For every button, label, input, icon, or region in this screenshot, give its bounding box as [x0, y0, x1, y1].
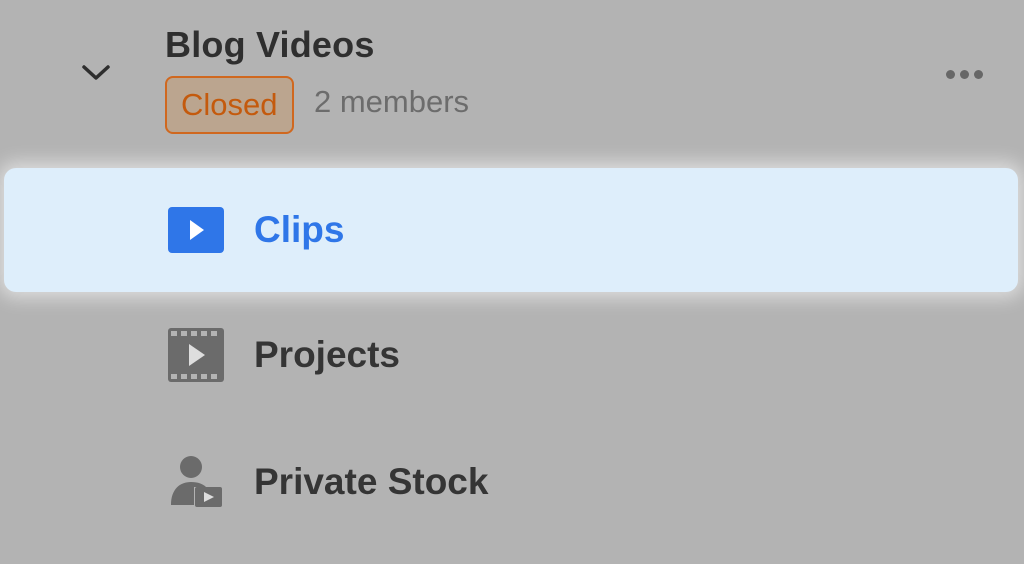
- nav-item-clips[interactable]: Clips: [4, 168, 1018, 292]
- sidebar-panel: Blog Videos Closed 2 members Clips Proje…: [0, 0, 1024, 564]
- dot: [945, 69, 955, 79]
- workspace-title: Blog Videos: [165, 24, 375, 65]
- status-badge: Closed: [165, 76, 294, 134]
- dot: [959, 69, 969, 79]
- members-count[interactable]: 2 members: [314, 84, 469, 120]
- nav-item-label: Private Stock: [254, 461, 489, 502]
- chevron-down-icon: [82, 65, 110, 80]
- nav-item-label: Projects: [254, 334, 401, 375]
- user-video-icon: [167, 453, 225, 511]
- collapse-toggle[interactable]: [78, 58, 114, 88]
- play-square-icon: [167, 201, 225, 259]
- more-options-button[interactable]: [938, 60, 990, 88]
- dot: [973, 69, 983, 79]
- nav-item-label: Clips: [254, 209, 345, 250]
- nav-item-private-stock[interactable]: Private Stock: [4, 420, 1018, 544]
- nav-item-projects[interactable]: Projects: [4, 293, 1018, 417]
- film-strip-icon: [167, 326, 225, 384]
